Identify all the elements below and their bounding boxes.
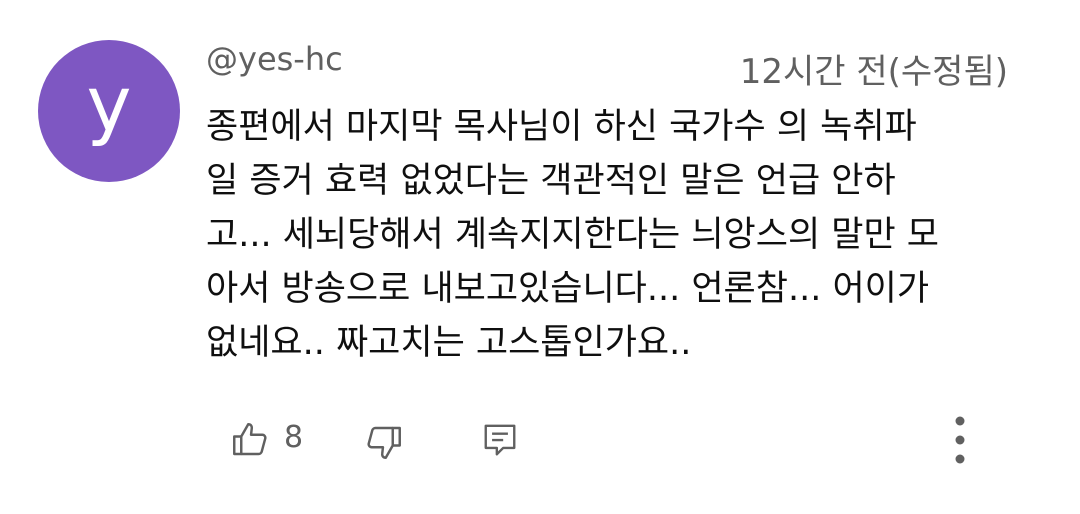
- comment-actions: 8: [0, 410, 1080, 470]
- comment-author[interactable]: @yes-hc: [206, 40, 343, 78]
- comment-reply-icon: [484, 424, 516, 456]
- like-button[interactable]: [226, 416, 274, 464]
- thumbs-up-icon: [233, 423, 267, 456]
- avatar[interactable]: y: [38, 40, 180, 182]
- comment-timestamp: 12시간 전(수정됨): [739, 52, 1008, 92]
- like-count: 8: [284, 420, 304, 455]
- thumbs-down-icon: [367, 426, 401, 459]
- avatar-letter: y: [86, 59, 132, 148]
- more-options-button[interactable]: [940, 412, 980, 468]
- reply-button[interactable]: [478, 418, 522, 462]
- comment-text: 종편에서 마지막 목사님이 하신 국가수 의 녹취파 일 증거 효력 없었다는 …: [206, 107, 940, 363]
- dislike-button[interactable]: [360, 418, 408, 466]
- more-vertical-icon: [955, 416, 965, 464]
